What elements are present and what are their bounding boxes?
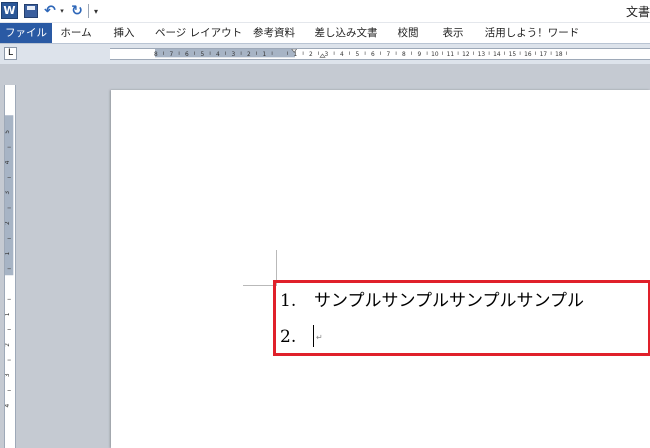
ruler-label: 2 bbox=[5, 343, 11, 347]
text-boundary-mark-horizontal bbox=[243, 285, 277, 286]
tab-review[interactable]: 校閲 bbox=[391, 23, 425, 43]
tab-file[interactable]: ファイル bbox=[0, 23, 52, 43]
save-icon[interactable] bbox=[24, 4, 38, 18]
ruler-label: 6 bbox=[371, 52, 375, 58]
ruler-label: 9 bbox=[417, 52, 421, 58]
vertical-ruler[interactable]: 5 4 3 2 1 1 2 3 4 bbox=[4, 85, 16, 448]
ruler-label: 4 bbox=[5, 404, 11, 408]
document-page[interactable] bbox=[111, 90, 650, 448]
undo-dropdown-icon[interactable]: ▾ bbox=[58, 2, 66, 20]
ruler-label: 5 bbox=[355, 52, 359, 58]
ruler-label: 15 bbox=[509, 52, 517, 58]
redo-icon[interactable]: ↻ bbox=[70, 2, 84, 20]
ruler-label: 6 bbox=[185, 52, 189, 58]
tab-home[interactable]: ホーム bbox=[58, 23, 94, 43]
undo-icon[interactable]: ↶ bbox=[43, 2, 57, 20]
tab-page-layout[interactable]: ページ レイアウト bbox=[155, 23, 242, 43]
tab-mailings[interactable]: 差し込み文書 bbox=[312, 23, 380, 43]
tab-addin[interactable]: 活用しよう！ワード bbox=[480, 23, 584, 43]
ruler-label: 12 bbox=[462, 52, 470, 58]
ruler-label: 18 bbox=[555, 52, 563, 58]
ruler-label: 5 bbox=[200, 52, 204, 58]
ruler-label: 16 bbox=[524, 52, 532, 58]
tab-references[interactable]: 参考資料 bbox=[247, 23, 301, 43]
ruler-label: 4 bbox=[5, 160, 11, 164]
ruler-label: 2 bbox=[247, 52, 251, 58]
ruler-label: 13 bbox=[478, 52, 486, 58]
ruler-label: 2 bbox=[309, 52, 313, 58]
ruler-label: 2 bbox=[5, 221, 11, 225]
ruler-label: 7 bbox=[386, 52, 390, 58]
customize-toolbar-icon[interactable]: ▾ bbox=[91, 2, 101, 20]
ruler-label: 1 bbox=[5, 312, 11, 316]
tab-insert[interactable]: 挿入 bbox=[106, 23, 142, 43]
tab-selector-button[interactable]: L bbox=[4, 47, 17, 60]
horizontal-ruler[interactable]: 8 7 6 5 4 3 2 1 1 2 3 4 5 6 7 8 9 10 11 12 13 14 15 16 17 18 bbox=[110, 48, 650, 60]
word-app-icon[interactable]: W bbox=[1, 2, 18, 19]
ruler-label: 4 bbox=[340, 52, 344, 58]
ruler-label: 7 bbox=[169, 52, 173, 58]
highlight-annotation-box bbox=[273, 280, 650, 356]
ruler-label: 14 bbox=[493, 52, 501, 58]
ruler-label: 8 bbox=[402, 52, 406, 58]
ribbon-tab-bar: ファイル ホーム 挿入 ページ レイアウト 参考資料 差し込み文書 校閲 表示 … bbox=[0, 23, 650, 44]
ruler-label: 3 bbox=[231, 52, 235, 58]
ruler-bar: L 8 7 6 5 4 3 2 1 1 2 3 4 5 6 7 8 9 10 11 12 13 14 15 16 17 18 bbox=[0, 44, 650, 107]
ruler-label: 10 bbox=[431, 52, 439, 58]
ruler-label: 1 bbox=[262, 52, 266, 58]
ruler-label: 4 bbox=[216, 52, 220, 58]
tab-view[interactable]: 表示 bbox=[436, 23, 470, 43]
toolbar-separator bbox=[88, 4, 89, 18]
ruler-label: 1 bbox=[293, 52, 297, 58]
ruler-label: 3 bbox=[5, 191, 11, 195]
ruler-label: 8 bbox=[154, 52, 158, 58]
title-bar: W ↶ ▾ ↻ ▾ 文書 bbox=[0, 0, 650, 23]
ruler-label: 17 bbox=[540, 52, 548, 58]
ruler-label: 5 bbox=[5, 130, 11, 134]
ruler-left-margin bbox=[155, 49, 295, 58]
window-title: 文書 bbox=[625, 5, 650, 19]
ruler-label: 3 bbox=[5, 373, 11, 377]
ruler-label: 1 bbox=[5, 251, 11, 255]
ruler-label: 11 bbox=[447, 52, 455, 58]
